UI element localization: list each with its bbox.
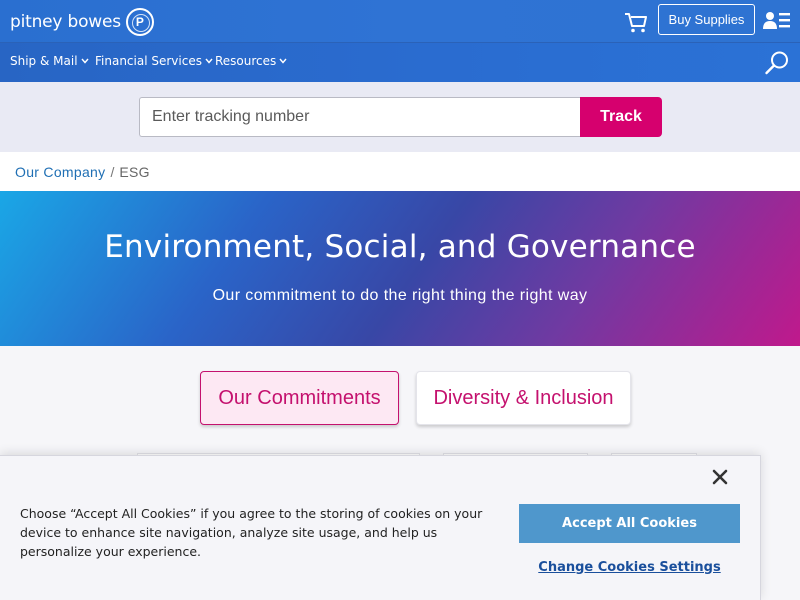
pitney-bowes-logo[interactable]: pitney bowes — [10, 8, 154, 36]
chevron-down-icon — [81, 58, 89, 64]
track-button[interactable]: Track — [580, 97, 662, 137]
chevron-down-icon — [205, 58, 213, 64]
nav-item-resources[interactable]: Resources — [215, 54, 287, 68]
tab-diversity-inclusion[interactable]: Diversity & Inclusion — [416, 371, 631, 425]
accept-all-cookies-button[interactable]: Accept All Cookies — [519, 504, 740, 543]
tab-our-commitments[interactable]: Our Commitments — [200, 371, 399, 425]
tracking-number-input[interactable]: Enter tracking number — [139, 97, 581, 137]
buy-supplies-button[interactable]: Buy Supplies — [658, 4, 755, 35]
cookie-consent-banner: Choose “Accept All Cookies” if you agree… — [0, 455, 761, 600]
close-icon[interactable] — [709, 466, 731, 488]
tracking-section: Enter tracking number Track — [0, 82, 800, 152]
breadcrumb-separator: / — [110, 163, 115, 180]
breadcrumb-current: ESG — [119, 163, 150, 180]
change-cookie-settings-link[interactable]: Change Cookies Settings — [519, 556, 740, 578]
logo-mark-icon — [125, 8, 154, 36]
nav-item-label: Resources — [215, 54, 277, 68]
page-subtitle: Our commitment to do the right thing the… — [212, 287, 588, 304]
cookie-message: Choose “Accept All Cookies” if you agree… — [20, 506, 483, 559]
breadcrumb: Our Company / ESG — [0, 152, 800, 191]
main-nav: Ship & Mail Financial Services Resources — [0, 43, 800, 82]
nav-item-financial-services[interactable]: Financial Services — [95, 54, 213, 68]
nav-item-ship-mail[interactable]: Ship & Mail — [10, 54, 89, 68]
cart-icon[interactable] — [623, 9, 649, 35]
search-icon[interactable] — [764, 50, 790, 76]
logo-text: pitney bowes — [10, 12, 121, 32]
top-header: pitney bowes Buy Supplies — [0, 0, 800, 43]
nav-item-label: Ship & Mail — [10, 54, 78, 68]
breadcrumb-link-our-company[interactable]: Our Company — [15, 164, 105, 180]
hero-banner: Environment, Social, and Governance Our … — [0, 191, 800, 346]
page-title: Environment, Social, and Governance — [104, 229, 696, 265]
nav-item-label: Financial Services — [95, 54, 202, 68]
account-menu-icon[interactable] — [763, 10, 791, 32]
chevron-down-icon — [279, 58, 287, 64]
